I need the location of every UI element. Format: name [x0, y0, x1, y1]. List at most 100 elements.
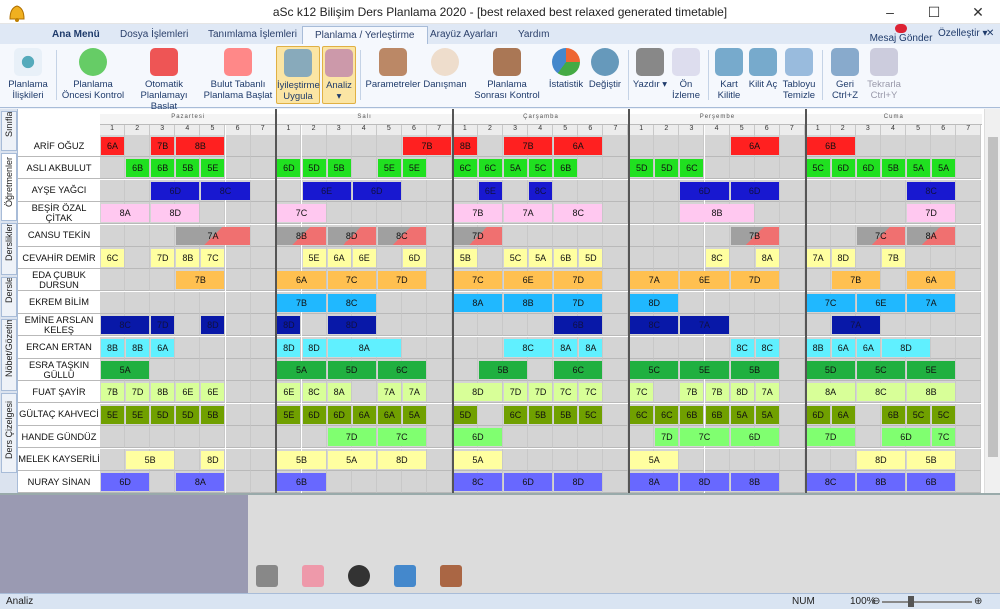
- lesson-card[interactable]: 7B: [831, 271, 880, 290]
- timetable-cell[interactable]: [704, 291, 730, 314]
- lesson-card[interactable]: 6E: [504, 271, 553, 290]
- lesson-card[interactable]: 7C: [554, 383, 578, 402]
- lesson-card[interactable]: 5C: [932, 405, 956, 424]
- timetable-cell[interactable]: [779, 179, 805, 202]
- timetable-cell[interactable]: [125, 135, 151, 157]
- lesson-card[interactable]: 6C: [101, 249, 125, 267]
- timetable-cell[interactable]: [704, 224, 730, 247]
- lesson-card[interactable]: 6D: [831, 159, 855, 178]
- timetable-cell[interactable]: [125, 269, 151, 292]
- timetable-cell[interactable]: [956, 336, 982, 359]
- iyilestirme-uygula-button[interactable]: İyileştirme Uygula: [276, 46, 320, 104]
- timetable-cell[interactable]: [880, 269, 906, 292]
- timetable-cell[interactable]: [175, 291, 201, 314]
- lesson-card[interactable]: 6A: [831, 338, 855, 357]
- door-icon[interactable]: [440, 565, 462, 587]
- minimize-button[interactable]: –: [868, 0, 912, 24]
- lesson-card[interactable]: 5B: [277, 450, 326, 469]
- timetable-cell[interactable]: [704, 157, 730, 180]
- timetable-cell[interactable]: [553, 179, 579, 202]
- lesson-card[interactable]: 8A: [806, 383, 855, 402]
- timetable-cell[interactable]: [654, 135, 680, 157]
- lesson-card[interactable]: 6E: [352, 249, 376, 267]
- kart-kilitle-button[interactable]: Kart Kilitle: [712, 46, 746, 104]
- lesson-card[interactable]: 7D: [151, 249, 175, 267]
- lesson-card[interactable]: 7C: [932, 428, 956, 447]
- timetable-cell[interactable]: [779, 135, 805, 157]
- timetable-cell[interactable]: [401, 336, 427, 359]
- lesson-card[interactable]: 6C: [680, 159, 704, 178]
- lesson-card[interactable]: 6E: [176, 383, 200, 402]
- timetable-cell[interactable]: [603, 381, 629, 404]
- lesson-card[interactable]: 8C: [806, 473, 855, 491]
- lesson-card[interactable]: 7C: [630, 383, 654, 402]
- timetable-cell[interactable]: [100, 426, 126, 449]
- timetable-cell[interactable]: [629, 224, 655, 247]
- timetable-cell[interactable]: [679, 448, 705, 471]
- lesson-card[interactable]: 7D: [806, 428, 855, 447]
- timetable-cell[interactable]: [754, 157, 780, 180]
- lesson-card[interactable]: 7B: [730, 226, 779, 245]
- timetable-cell[interactable]: [931, 247, 957, 269]
- timetable-cell[interactable]: [779, 157, 805, 180]
- tab-arayuz-ayarlari[interactable]: Arayüz Ayarları: [418, 26, 510, 44]
- timetable-cell[interactable]: [704, 448, 730, 471]
- teacher-name[interactable]: ARİF OĞUZ: [18, 135, 100, 157]
- lesson-card[interactable]: 5E: [126, 405, 150, 424]
- lesson-card[interactable]: 5B: [529, 405, 553, 424]
- timetable-cell[interactable]: [880, 179, 906, 202]
- timetable-cell[interactable]: [779, 381, 805, 404]
- side-tab-derslikler[interactable]: Derslikler: [1, 223, 17, 275]
- planlama-iliskileri-button[interactable]: Planlama İlişkileri: [2, 46, 54, 104]
- tekrarla-button[interactable]: Tekrarla Ctrl+Y: [864, 46, 904, 104]
- timetable-cell[interactable]: [401, 179, 427, 202]
- lesson-card[interactable]: 5A: [101, 361, 150, 379]
- lesson-card[interactable]: 7C: [277, 204, 326, 223]
- timetable-cell[interactable]: [931, 314, 957, 337]
- timetable-cell[interactable]: [603, 403, 629, 426]
- timetable-cell[interactable]: [528, 224, 554, 247]
- timetable-cell[interactable]: [351, 157, 377, 180]
- school-icon[interactable]: [256, 565, 278, 587]
- lesson-card[interactable]: 8C: [730, 338, 754, 357]
- timetable-cell[interactable]: [250, 381, 276, 404]
- timetable-cell[interactable]: [427, 314, 453, 337]
- timetable-cell[interactable]: [956, 403, 982, 426]
- timetable-cell[interactable]: [956, 471, 982, 493]
- timetable-cell[interactable]: [225, 157, 251, 180]
- timetable-cell[interactable]: [250, 157, 276, 180]
- timetable-cell[interactable]: [578, 224, 604, 247]
- timetable-cell[interactable]: [100, 448, 126, 471]
- timetable-cell[interactable]: [276, 179, 302, 202]
- timetable-cell[interactable]: [704, 336, 730, 359]
- timetable-cell[interactable]: [125, 291, 151, 314]
- lesson-card[interactable]: 7A: [806, 249, 830, 267]
- timetable-cell[interactable]: [779, 471, 805, 493]
- teacher-name[interactable]: GÜLTAÇ KAHVECİ: [18, 403, 100, 426]
- lesson-card[interactable]: 7A: [504, 204, 553, 223]
- lesson-card[interactable]: 6E: [277, 383, 301, 402]
- timetable-cell[interactable]: [401, 202, 427, 225]
- bulut-planlama-button[interactable]: Bulut Tabanlı Planlama Başlat: [202, 46, 274, 104]
- lesson-card[interactable]: 8D: [201, 316, 225, 335]
- lesson-card[interactable]: 6E: [856, 293, 905, 312]
- timetable-cell[interactable]: [629, 202, 655, 225]
- timetable-cell[interactable]: [779, 426, 805, 449]
- timetable-cell[interactable]: [250, 202, 276, 225]
- timetable-cell[interactable]: [931, 336, 957, 359]
- timetable-cell[interactable]: [956, 179, 982, 202]
- otomatik-planlama-button[interactable]: Otomatik Planlamayı Başlat: [128, 46, 200, 112]
- timetable-cell[interactable]: [729, 157, 755, 180]
- lesson-card[interactable]: 7D: [453, 226, 502, 245]
- lesson-card[interactable]: 7B: [402, 137, 452, 155]
- timetable-cell[interactable]: [301, 426, 327, 449]
- timetable-cell[interactable]: [553, 426, 579, 449]
- timetable-cell[interactable]: [250, 269, 276, 292]
- timetable-cell[interactable]: [250, 135, 276, 157]
- timetable-cell[interactable]: [250, 359, 276, 381]
- timetable-cell[interactable]: [376, 135, 402, 157]
- timetable-cell[interactable]: [427, 426, 453, 449]
- timetable-cell[interactable]: [452, 359, 478, 381]
- teacher-name[interactable]: HANDE GÜNDÜZ: [18, 426, 100, 449]
- lesson-card[interactable]: 6B: [151, 159, 175, 178]
